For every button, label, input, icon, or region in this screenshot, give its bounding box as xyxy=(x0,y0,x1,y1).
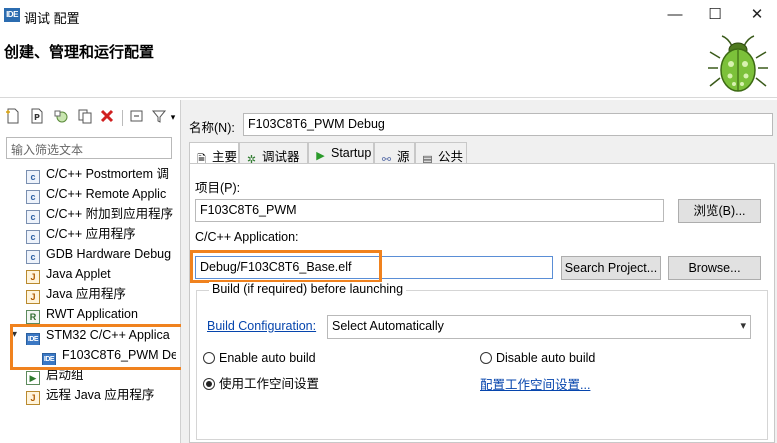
tree-item-postmortem[interactable]: c C/C++ Postmortem 调 xyxy=(26,164,176,184)
radio-off-icon xyxy=(203,352,215,364)
use-workspace-settings-radio[interactable]: 使用工作空间设置 xyxy=(203,373,319,392)
dialog-title: 创建、管理和运行配置 xyxy=(4,44,155,61)
disable-auto-build-radio[interactable]: Disable auto build xyxy=(480,351,595,365)
duplicate-icon[interactable] xyxy=(76,108,94,126)
c-icon: c xyxy=(26,170,40,184)
view-menu-chevron-down-icon[interactable]: ▾ xyxy=(168,108,178,126)
c-icon: c xyxy=(26,190,40,204)
tab-bar: 🗎 主要 ✲ 调试器 ▶ Startup ⚯ 源 ▤ 公共 xyxy=(189,142,775,166)
browse-application-button[interactable]: Browse... xyxy=(668,256,761,280)
tree-item-gdb-hardware[interactable]: c GDB Hardware Debug xyxy=(26,244,176,264)
tree-item-rwt[interactable]: R RWT Application xyxy=(26,304,176,324)
tab-debugger[interactable]: ✲ 调试器 xyxy=(239,142,308,166)
build-group-title: Build (if required) before launching xyxy=(209,282,407,296)
title-bar: IDE 调试 配置 — ☐ ✕ xyxy=(0,0,777,30)
c-icon: c xyxy=(26,250,40,264)
application-label: C/C++ Application: xyxy=(195,230,299,244)
new-config-icon[interactable] xyxy=(4,108,22,126)
radio-off-icon xyxy=(480,352,492,364)
delete-icon[interactable] xyxy=(98,108,116,126)
maximize-button[interactable]: ☐ xyxy=(701,4,729,26)
new-prototype-icon[interactable]: P xyxy=(28,108,46,126)
tab-startup[interactable]: ▶ Startup xyxy=(308,142,374,164)
java-applet-icon: J xyxy=(26,270,40,284)
build-group: Build (if required) before launching Bui… xyxy=(196,282,768,440)
launch-group-icon: ▶ xyxy=(26,371,40,385)
filter-input[interactable]: 输入筛选文本 xyxy=(6,137,172,159)
tab-main[interactable]: 🗎 主要 xyxy=(189,142,239,166)
app-icon: IDE xyxy=(4,8,20,22)
window-title: 调试 配置 xyxy=(24,11,80,26)
filter-icon[interactable] xyxy=(150,108,168,126)
minimize-button[interactable]: — xyxy=(661,4,689,26)
project-field[interactable]: F103C8T6_PWM xyxy=(195,199,664,222)
chevron-down-icon: ▾ xyxy=(740,320,746,332)
build-configuration-link[interactable]: Build Configuration: xyxy=(207,319,316,333)
project-label: 项目(P): xyxy=(195,181,241,195)
name-label: 名称(N): xyxy=(189,121,235,135)
highlight-box-application xyxy=(190,250,382,283)
svg-text:P: P xyxy=(34,113,40,122)
tab-source[interactable]: ⚯ 源 xyxy=(374,142,415,166)
remote-java-icon: J xyxy=(26,391,40,405)
tree-item-java-app[interactable]: J Java 应用程序 xyxy=(26,284,176,304)
dialog-header: 创建、管理和运行配置 xyxy=(0,30,777,98)
close-button[interactable]: ✕ xyxy=(743,4,771,26)
tree-toolbar: P ▾ xyxy=(4,108,180,128)
name-field[interactable]: F103C8T6_PWM Debug xyxy=(243,113,773,136)
tree-item-java-applet[interactable]: J Java Applet xyxy=(26,264,176,284)
java-icon: J xyxy=(26,290,40,304)
tree-item-remote-java[interactable]: J 远程 Java 应用程序 xyxy=(26,385,176,405)
c-icon: c xyxy=(26,230,40,244)
tree-item-attach[interactable]: c C/C++ 附加到应用程序 xyxy=(26,204,176,224)
config-detail-pane: 名称(N): F103C8T6_PWM Debug 🗎 主要 ✲ 调试器 ▶ Star… xyxy=(185,100,777,443)
build-configuration-select[interactable]: Select Automatically ▾ xyxy=(327,315,751,339)
collapse-all-icon[interactable] xyxy=(128,108,146,126)
config-tree-pane: P ▾ 输入筛选文本 c C/C++ Postmortem 调 c C/C++ Re… xyxy=(0,100,186,443)
import-config-icon[interactable] xyxy=(52,108,70,126)
configure-workspace-link[interactable]: 配置工作空间设置... xyxy=(480,374,590,393)
tree-item-cpp-app[interactable]: c C/C++ 应用程序 xyxy=(26,224,176,244)
main-tab-panel: 项目(P): F103C8T6_PWM 浏览(B)... C/C++ Appli… xyxy=(189,163,775,443)
debug-bug-icon xyxy=(708,35,768,92)
radio-on-icon xyxy=(203,378,215,390)
rwt-icon: R xyxy=(26,310,40,324)
enable-auto-build-radio[interactable]: Enable auto build xyxy=(203,351,316,365)
c-icon: c xyxy=(26,210,40,224)
search-project-button[interactable]: Search Project... xyxy=(561,256,661,280)
tab-common[interactable]: ▤ 公共 xyxy=(415,142,467,166)
startup-icon: ▶ xyxy=(316,150,325,162)
highlight-box-tree xyxy=(10,324,186,370)
tree-item-remote[interactable]: c C/C++ Remote Applic xyxy=(26,184,176,204)
browse-project-button[interactable]: 浏览(B)... xyxy=(678,199,761,223)
